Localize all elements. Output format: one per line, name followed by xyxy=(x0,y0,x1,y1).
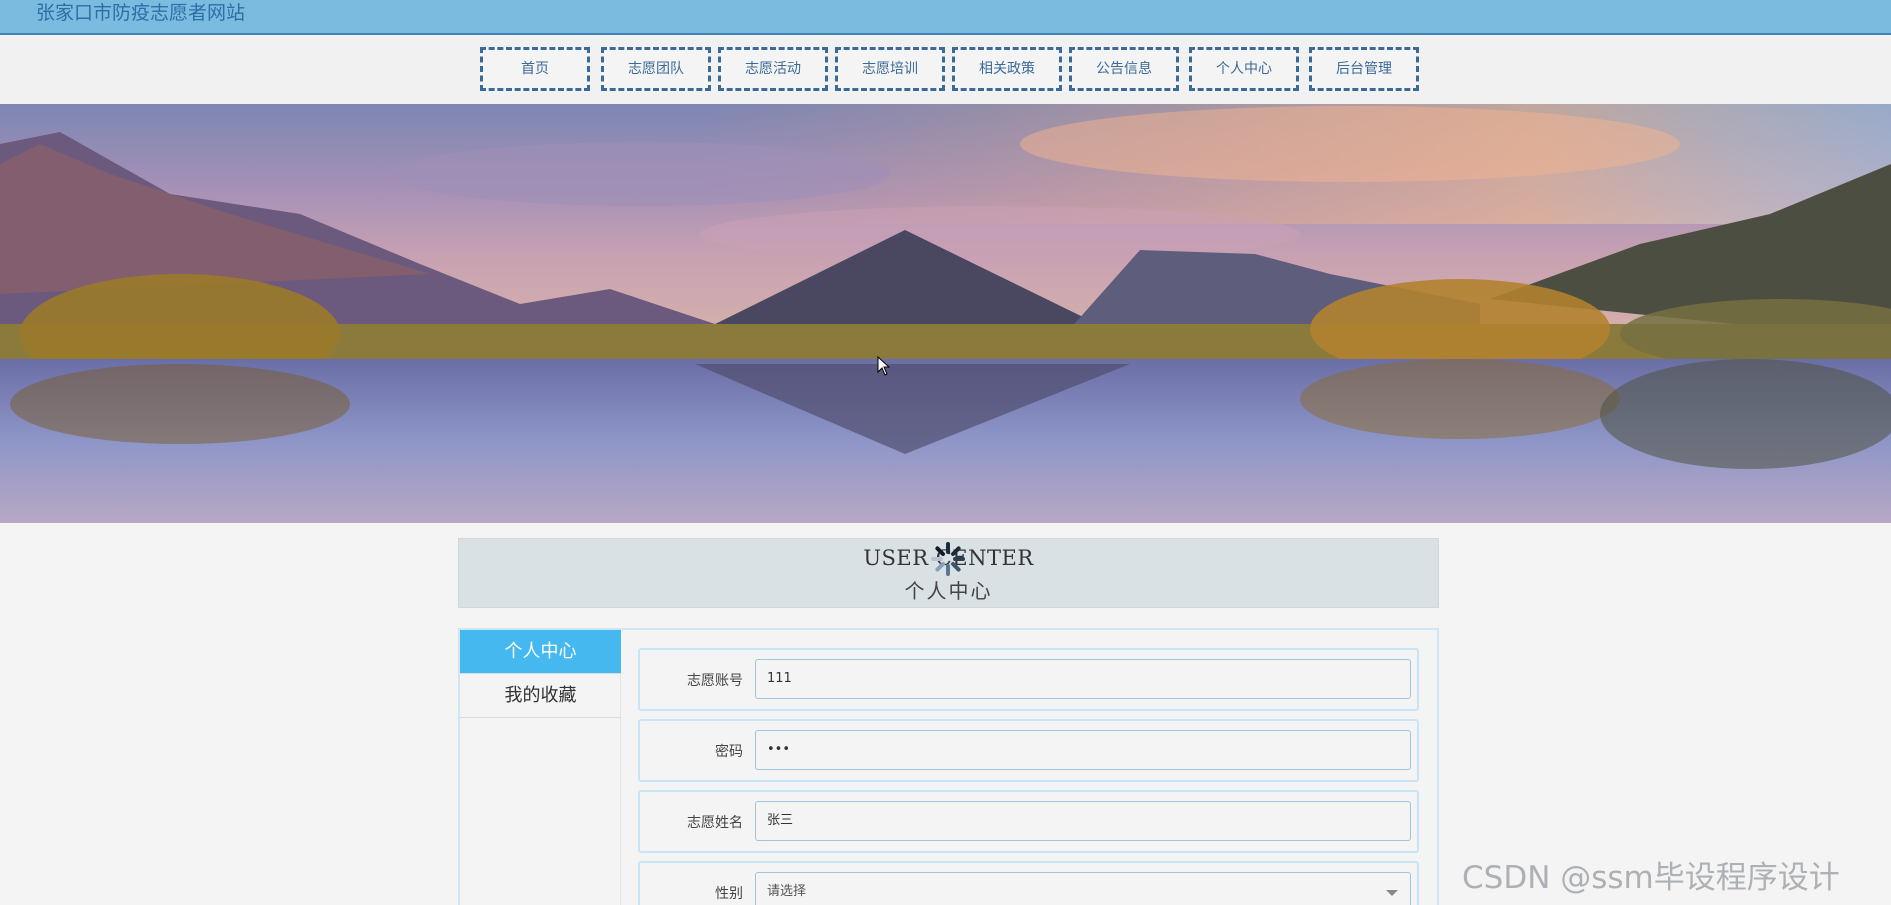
nav-item-volunteer-teams[interactable]: 志愿团队 xyxy=(601,47,711,91)
user-center-title-cn: 个人中心 xyxy=(904,579,993,603)
form-row-account: 志愿账号 111 xyxy=(638,648,1419,711)
banner-carousel[interactable] xyxy=(0,104,1891,523)
password-input[interactable]: ••• xyxy=(755,730,1411,770)
form-row-password: 密码 ••• xyxy=(638,719,1419,782)
site-title: 张家口市防疫志愿者网站 xyxy=(36,2,246,24)
nav-item-volunteer-training[interactable]: 志愿培训 xyxy=(835,47,945,91)
nav-item-policies[interactable]: 相关政策 xyxy=(952,47,1062,91)
gender-select[interactable]: 请选择 xyxy=(755,872,1411,905)
password-label: 密码 xyxy=(715,744,743,760)
form-row-name: 志愿姓名 张三 xyxy=(638,790,1419,853)
nav-item-user-center[interactable]: 个人中心 xyxy=(1189,47,1299,91)
main-nav: 首页 志愿团队 志愿活动 志愿培训 相关政策 公告信息 个人中心 后台管理 xyxy=(0,36,1891,104)
name-label: 志愿姓名 xyxy=(687,815,743,831)
sidebar-item-user-center[interactable]: 个人中心 xyxy=(460,630,621,674)
nav-item-volunteer-activities[interactable]: 志愿活动 xyxy=(718,47,828,91)
user-center-sidebar: 个人中心 我的收藏 xyxy=(460,630,621,905)
account-label: 志愿账号 xyxy=(687,673,743,689)
name-input[interactable]: 张三 xyxy=(755,801,1411,841)
user-center-panel: 个人中心 我的收藏 志愿账号 111 密码 ••• 志愿姓名 张三 性别 请选择 xyxy=(458,628,1439,905)
nav-item-admin[interactable]: 后台管理 xyxy=(1309,47,1419,91)
gender-label: 性别 xyxy=(715,886,743,902)
sidebar-item-my-favorites[interactable]: 我的收藏 xyxy=(460,674,621,718)
banner-landscape-image xyxy=(0,104,1891,523)
gender-select-placeholder: 请选择 xyxy=(767,884,807,899)
form-row-gender: 性别 请选择 xyxy=(638,861,1419,905)
nav-item-announcements[interactable]: 公告信息 xyxy=(1069,47,1179,91)
watermark-text: CSDN @ssm毕设程序设计 xyxy=(1462,860,1840,896)
loading-spinner-icon xyxy=(931,542,965,576)
nav-item-home[interactable]: 首页 xyxy=(480,47,590,91)
top-header-bar: 张家口市防疫志愿者网站 xyxy=(0,0,1891,35)
account-input[interactable]: 111 xyxy=(755,659,1411,699)
chevron-down-icon xyxy=(1386,890,1398,896)
mouse-pointer-icon xyxy=(877,355,891,380)
